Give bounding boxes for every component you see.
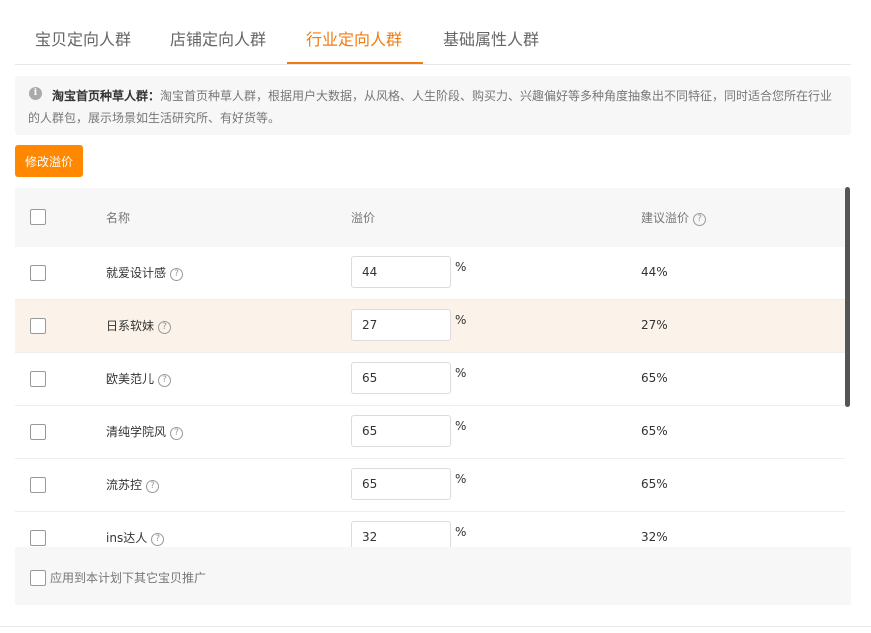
suggested-premium: 32% xyxy=(641,530,668,544)
row-checkbox[interactable] xyxy=(30,477,46,493)
percent-unit: % xyxy=(455,525,467,539)
premium-input[interactable] xyxy=(351,468,451,500)
suggested-premium: 27% xyxy=(641,318,668,332)
tab-item-crowd[interactable]: 宝贝定向人群 xyxy=(35,26,131,50)
suggested-premium: 44% xyxy=(641,265,668,279)
crowd-name: 欧美范儿? xyxy=(106,370,172,387)
help-icon[interactable]: ? xyxy=(151,533,165,546)
notice-text: 淘宝首页种草人群：淘宝首页种草人群，根据用户大数据，从风格、人生阶段、购买力、兴… xyxy=(28,85,840,129)
crowd-name-label: ins达人 xyxy=(106,531,148,545)
suggested-premium: 65% xyxy=(641,477,668,491)
table-scrollbar[interactable] xyxy=(845,187,850,407)
premium-input[interactable] xyxy=(351,415,451,447)
percent-unit: % xyxy=(455,419,467,433)
row-checkbox[interactable] xyxy=(30,424,46,440)
crowd-name-label: 清纯学院风 xyxy=(106,425,167,439)
table-row: 日系软妹? % 27% xyxy=(15,300,845,353)
select-all-checkbox[interactable] xyxy=(30,209,46,225)
table-row: ins达人? % 32% xyxy=(15,512,845,547)
percent-unit: % xyxy=(455,366,467,380)
tab-industry-crowd[interactable]: 行业定向人群 xyxy=(306,26,402,50)
row-checkbox[interactable] xyxy=(30,371,46,387)
help-icon[interactable]: ? xyxy=(170,427,184,440)
tab-bar: 宝贝定向人群 店铺定向人群 行业定向人群 基础属性人群 xyxy=(15,0,851,65)
crowd-name: 就爱设计感? xyxy=(106,264,184,281)
tab-basic-attribute-crowd[interactable]: 基础属性人群 xyxy=(443,26,539,50)
header-suggest-label: 建议溢价 xyxy=(641,211,690,225)
percent-unit: % xyxy=(455,313,467,327)
header-suggest: 建议溢价? xyxy=(641,209,707,226)
header-premium: 溢价 xyxy=(351,211,376,225)
table-header: 名称 溢价 建议溢价? xyxy=(15,188,845,247)
crowd-name: 流苏控? xyxy=(106,476,160,493)
apply-footer: 应用到本计划下其它宝贝推广 xyxy=(15,547,851,605)
crowd-name-label: 就爱设计感 xyxy=(106,266,167,280)
help-icon[interactable]: ? xyxy=(158,374,172,387)
notice-title: 淘宝首页种草人群： xyxy=(52,89,161,103)
table-row: 就爱设计感? % 44% xyxy=(15,247,845,300)
percent-unit: % xyxy=(455,472,467,486)
help-icon[interactable]: ? xyxy=(170,268,184,281)
suggested-premium: 65% xyxy=(641,424,668,438)
row-checkbox[interactable] xyxy=(30,265,46,281)
modify-premium-button[interactable]: 修改溢价 xyxy=(15,145,83,177)
crowd-name-label: 欧美范儿 xyxy=(106,372,155,386)
crowd-name: 日系软妹? xyxy=(106,317,172,334)
row-checkbox[interactable] xyxy=(30,530,46,546)
crowd-name: ins达人? xyxy=(106,529,165,546)
table-row: 欧美范儿? % 65% xyxy=(15,353,845,406)
crowd-name-label: 日系软妹 xyxy=(106,319,155,333)
info-notice: i 淘宝首页种草人群：淘宝首页种草人群，根据用户大数据，从风格、人生阶段、购买力… xyxy=(15,76,851,135)
premium-input[interactable] xyxy=(351,309,451,341)
tab-shop-crowd[interactable]: 店铺定向人群 xyxy=(170,26,266,50)
premium-input[interactable] xyxy=(351,362,451,394)
header-name: 名称 xyxy=(106,211,131,225)
premium-input[interactable] xyxy=(351,256,451,288)
crowd-table: 名称 溢价 建议溢价? 就爱设计感? % 44% 日系软妹? % 27% 欧美范… xyxy=(15,188,845,547)
suggested-premium: 65% xyxy=(641,371,668,385)
apply-to-others-checkbox[interactable] xyxy=(30,570,46,586)
help-icon[interactable]: ? xyxy=(158,321,172,334)
apply-to-others-label[interactable]: 应用到本计划下其它宝贝推广 xyxy=(50,569,206,586)
active-tab-indicator xyxy=(287,62,423,64)
crowd-name: 清纯学院风? xyxy=(106,423,184,440)
help-icon[interactable]: ? xyxy=(693,213,707,226)
table-row: 流苏控? % 65% xyxy=(15,459,845,512)
premium-input[interactable] xyxy=(351,521,451,547)
crowd-name-label: 流苏控 xyxy=(106,478,143,492)
divider xyxy=(0,626,871,627)
table-row: 清纯学院风? % 65% xyxy=(15,406,845,459)
row-checkbox[interactable] xyxy=(30,318,46,334)
percent-unit: % xyxy=(455,260,467,274)
help-icon[interactable]: ? xyxy=(146,480,160,493)
